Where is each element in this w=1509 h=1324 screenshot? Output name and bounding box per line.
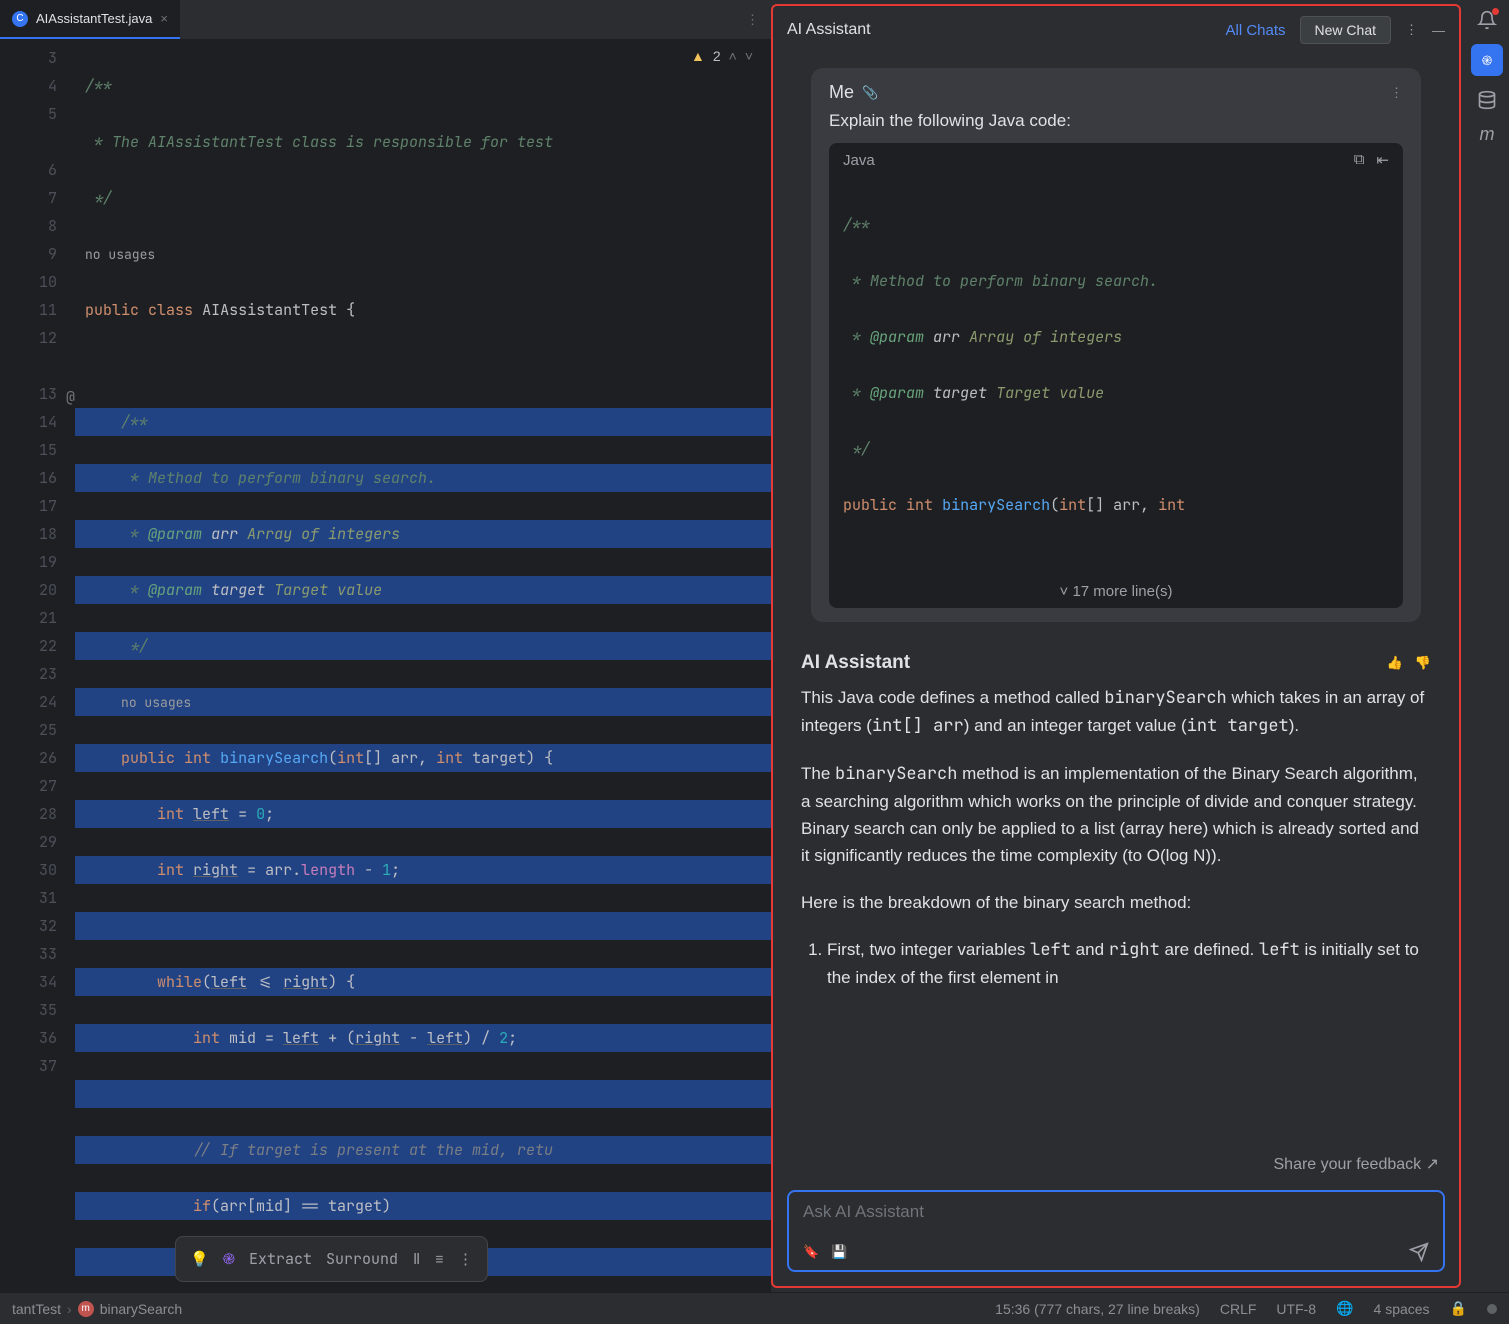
- expand-snippet[interactable]: ˅ 17 more line(s): [829, 575, 1403, 608]
- ai-assistant-tool-icon[interactable]: ֎: [1471, 44, 1503, 76]
- tab-overflow-icon[interactable]: ⋮: [746, 12, 771, 28]
- ai-input-box[interactable]: 🔖 💾: [787, 1190, 1445, 1272]
- method-icon: m: [78, 1301, 94, 1317]
- comment-icon[interactable]: ∥: [412, 1245, 421, 1273]
- message-more-icon[interactable]: ⋮: [1390, 85, 1403, 101]
- attachment-icon[interactable]: 📎: [862, 85, 878, 101]
- thumbs-down-icon[interactable]: 👎: [1415, 655, 1431, 671]
- all-chats-link[interactable]: All Chats: [1226, 22, 1286, 39]
- indent-setting[interactable]: 4 spaces: [1374, 1301, 1430, 1317]
- more-icon[interactable]: ⋮: [1405, 22, 1418, 38]
- lock-icon[interactable]: 🔒: [1450, 1300, 1467, 1317]
- gutter: 345 6789 101112 13@ 141516 171819 202122…: [0, 40, 75, 1292]
- copilot-icon[interactable]: 🌐: [1336, 1300, 1353, 1317]
- user-message: Me 📎 ⋮ Explain the following Java code: …: [811, 68, 1421, 622]
- status-bar: tantTest › m binarySearch 15:36 (777 cha…: [0, 1292, 1509, 1324]
- encoding[interactable]: UTF-8: [1276, 1301, 1316, 1317]
- notifications-icon[interactable]: [1477, 10, 1497, 30]
- response-text: This Java code defines a method called b…: [801, 684, 1431, 991]
- tab-bar: C AIAssistantTest.java × ⋮: [0, 0, 771, 40]
- insert-icon[interactable]: ⇤: [1376, 151, 1389, 169]
- thumbs-up-icon[interactable]: 👍: [1387, 655, 1403, 671]
- feedback-link[interactable]: Share your feedback ↗: [773, 1150, 1459, 1182]
- breadcrumb[interactable]: tantTest › m binarySearch: [12, 1301, 182, 1317]
- database-icon[interactable]: [1477, 90, 1497, 110]
- code-area[interactable]: /** * The AIAssistantTest class is respo…: [75, 40, 771, 1292]
- maven-icon[interactable]: m: [1480, 124, 1495, 145]
- snippet-language: Java: [843, 152, 875, 169]
- ai-title: AI Assistant: [787, 21, 871, 39]
- swirl-icon[interactable]: ֎: [223, 1245, 235, 1273]
- file-tab[interactable]: C AIAssistantTest.java ×: [0, 0, 180, 39]
- surround-action[interactable]: Surround: [326, 1245, 398, 1273]
- minimize-icon[interactable]: —: [1432, 23, 1445, 38]
- more-icon[interactable]: ⋮: [458, 1245, 473, 1273]
- response-title: AI Assistant: [801, 652, 910, 674]
- line-separator[interactable]: CRLF: [1220, 1301, 1257, 1317]
- code-editor[interactable]: ▲ 2 ˄ ˅ 345 6789 101112 13@ 141516 17181…: [0, 40, 771, 1292]
- user-prompt-text: Explain the following Java code:: [829, 111, 1403, 131]
- java-class-icon: C: [12, 11, 28, 27]
- bulb-icon[interactable]: 💡: [190, 1245, 209, 1273]
- save-icon[interactable]: 💾: [831, 1244, 847, 1260]
- close-icon[interactable]: ×: [160, 11, 168, 26]
- assistant-response: AI Assistant 👍 👎 This Java code defines …: [791, 642, 1441, 1009]
- format-icon[interactable]: ≡: [435, 1245, 444, 1273]
- file-tab-name: AIAssistantTest.java: [36, 11, 152, 26]
- new-chat-button[interactable]: New Chat: [1300, 16, 1391, 44]
- ai-header: AI Assistant All Chats New Chat ⋮ —: [773, 6, 1459, 54]
- code-snippet: Java ⧉ ⇤ /** * Method to perform binary …: [829, 143, 1403, 608]
- status-dot-icon[interactable]: [1487, 1304, 1497, 1314]
- at-icon: @: [66, 383, 75, 411]
- ai-assistant-panel: AI Assistant All Chats New Chat ⋮ — Me 📎…: [771, 4, 1461, 1288]
- editor-pane: C AIAssistantTest.java × ⋮ ▲ 2 ˄ ˅ 345 6…: [0, 0, 771, 1292]
- copy-icon[interactable]: ⧉: [1354, 151, 1365, 169]
- caret-position[interactable]: 15:36 (777 chars, 27 line breaks): [995, 1301, 1200, 1317]
- right-toolbar: ֎ m: [1465, 0, 1509, 1292]
- user-name: Me: [829, 82, 854, 103]
- extract-action[interactable]: Extract: [249, 1245, 312, 1273]
- send-icon[interactable]: [1409, 1242, 1429, 1262]
- bookmark-icon[interactable]: 🔖: [803, 1244, 819, 1260]
- ai-input-field[interactable]: [803, 1202, 1429, 1222]
- context-actions-bar: 💡 ֎ Extract Surround ∥ ≡ ⋮: [175, 1236, 488, 1282]
